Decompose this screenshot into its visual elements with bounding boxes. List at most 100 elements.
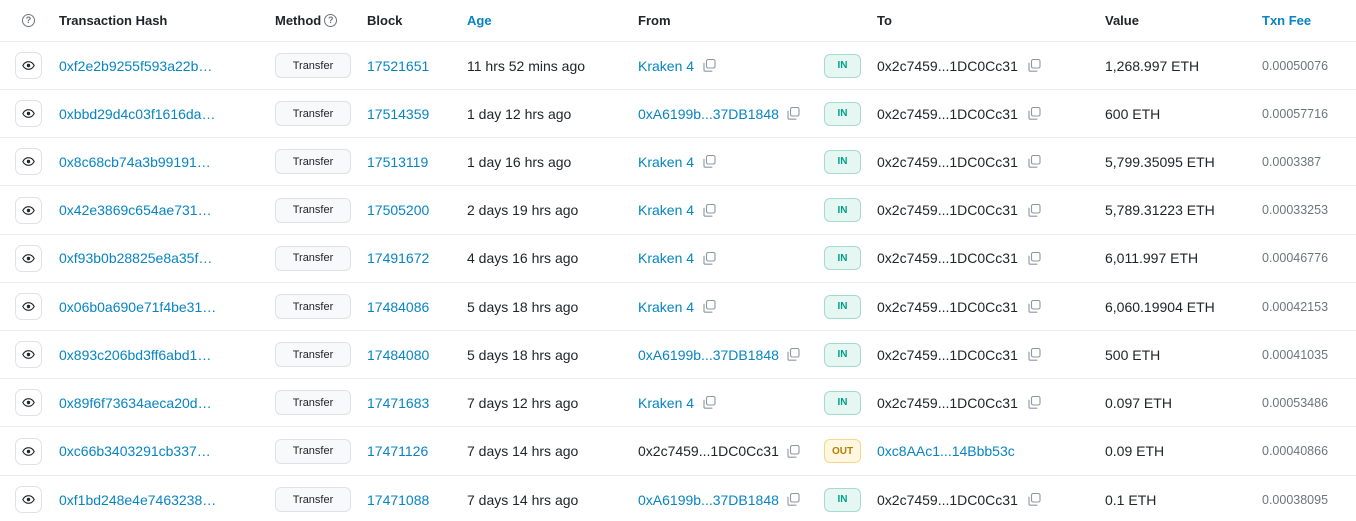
eye-icon[interactable] [15,244,42,272]
copy-icon[interactable] [787,444,801,458]
eye-icon[interactable] [15,148,42,176]
to-address: 0x2c7459...1DC0Cc31 [877,394,1018,411]
block-cell: 17491672 [367,235,429,282]
to-address[interactable]: 0xc8AAc1...14Bbb53c [877,443,1015,459]
transaction-hash-link[interactable]: 0xc66b3403291cb337… [59,443,211,459]
eye-icon[interactable] [15,293,42,320]
method-badge: Transfer [275,101,351,127]
value-cell: 0.097 ETH [1105,379,1172,426]
value-cell: 600 ETH [1105,90,1160,137]
to-cell: 0x2c7459...1DC0Cc31 [877,187,1042,234]
preview-cell [15,235,42,282]
copy-icon[interactable] [787,348,801,362]
table-row: 0xc66b3403291cb337… Transfer 17471126 7 day… [0,428,1356,476]
header-block-label: Block [367,13,403,28]
copy-icon[interactable] [702,155,716,169]
to-address: 0x2c7459...1DC0Cc31 [877,250,1018,267]
fee-cell: 0.00038095 [1262,476,1328,521]
block-link[interactable]: 17513119 [367,154,428,170]
eye-icon[interactable] [15,437,42,465]
age-cell: 5 days 18 hrs ago [467,283,578,330]
header-method: Method ? [275,0,338,41]
header-age-toggle[interactable]: Age [467,13,492,28]
copy-icon[interactable] [1028,203,1042,217]
from-cell: 0xA6199b...37DB1848 [638,331,801,378]
transaction-hash-link[interactable]: 0x89f6f73634aeca20d… [59,395,212,411]
header-fee-toggle[interactable]: Txn Fee [1262,13,1311,28]
direction-cell: IN [824,42,861,89]
transaction-hash-link[interactable]: 0xf2e2b9255f593a22b… [59,58,212,74]
to-address: 0x2c7459...1DC0Cc31 [877,105,1018,122]
fee-cell: 0.00057716 [1262,90,1328,137]
from-cell: Kraken 4 [638,379,716,426]
transaction-hash-link[interactable]: 0xf93b0b28825e8a35f… [59,250,212,266]
value-text: 0.1 ETH [1105,491,1157,508]
from-cell: Kraken 4 [638,235,716,282]
block-link[interactable]: 17471683 [367,395,429,411]
copy-icon[interactable] [702,251,716,265]
header-value: Value [1105,0,1139,41]
block-link[interactable]: 17514359 [367,106,429,122]
transaction-hash-link[interactable]: 0x8c68cb74a3b99191… [59,154,211,170]
question-circle-icon[interactable]: ? [22,14,35,27]
eye-icon[interactable] [15,486,42,514]
block-link[interactable]: 17505200 [367,202,429,218]
header-age[interactable]: Age [467,0,492,41]
block-cell: 17513119 [367,138,428,185]
copy-icon[interactable] [702,300,716,314]
transaction-hash-link[interactable]: 0x893c206bd3ff6abd1… [59,347,211,363]
from-cell: Kraken 4 [638,187,716,234]
block-link[interactable]: 17484086 [367,299,429,315]
transaction-hash-link[interactable]: 0x42e3869c654ae731… [59,202,212,218]
copy-icon[interactable] [1028,107,1042,121]
from-address[interactable]: Kraken 4 [638,154,694,170]
transaction-hash-link[interactable]: 0xf1bd248e4e7463238… [59,492,216,508]
from-address[interactable]: 0xA6199b...37DB1848 [638,106,779,122]
eye-icon[interactable] [15,389,42,417]
txn-fee-text: 0.00050076 [1262,58,1329,73]
value-text: 0.09 ETH [1105,443,1165,460]
copy-icon[interactable] [787,493,801,507]
copy-icon[interactable] [702,203,716,217]
age-cell: 2 days 19 hrs ago [467,187,578,234]
copy-icon[interactable] [787,107,801,121]
method-info-icon[interactable]: ? [324,14,338,27]
copy-icon[interactable] [1028,493,1042,507]
method-cell: Transfer [275,283,351,330]
from-address[interactable]: Kraken 4 [638,395,694,411]
from-address[interactable]: Kraken 4 [638,58,694,74]
eye-icon[interactable] [15,52,42,79]
transaction-hash-link[interactable]: 0x06b0a690e71f4be31… [59,299,216,315]
block-link[interactable]: 17484080 [367,347,429,363]
value-text: 6,011.997 ETH [1105,250,1199,267]
hash-cell: 0xbbd29d4c03f1616da… [59,90,215,137]
from-address[interactable]: Kraken 4 [638,250,694,266]
block-link[interactable]: 17471126 [367,443,428,459]
help-column-header[interactable]: ? [22,0,35,41]
copy-icon[interactable] [702,396,716,410]
copy-icon[interactable] [1028,300,1042,314]
method-badge: Transfer [275,487,351,513]
eye-icon[interactable] [15,100,42,128]
direction-cell: IN [824,476,861,521]
from-address[interactable]: 0xA6199b...37DB1848 [638,347,779,363]
from-address[interactable]: Kraken 4 [638,202,694,218]
copy-icon[interactable] [1028,155,1042,169]
copy-icon[interactable] [1028,348,1042,362]
copy-icon[interactable] [1028,59,1042,73]
copy-icon[interactable] [702,59,716,73]
header-from-label: From [638,13,671,28]
eye-icon[interactable] [15,196,42,224]
age-text: 1 day 12 hrs ago [467,105,572,122]
copy-icon[interactable] [1028,396,1042,410]
header-txn-fee[interactable]: Txn Fee [1262,0,1311,41]
block-link[interactable]: 17491672 [367,250,429,266]
block-link[interactable]: 17521651 [367,58,429,74]
from-address[interactable]: 0xA6199b...37DB1848 [638,492,779,508]
from-address[interactable]: Kraken 4 [638,299,694,315]
transaction-hash-link[interactable]: 0xbbd29d4c03f1616da… [59,106,215,122]
preview-cell [15,42,42,89]
block-link[interactable]: 17471088 [367,492,429,508]
eye-icon[interactable] [15,341,42,369]
copy-icon[interactable] [1028,251,1042,265]
